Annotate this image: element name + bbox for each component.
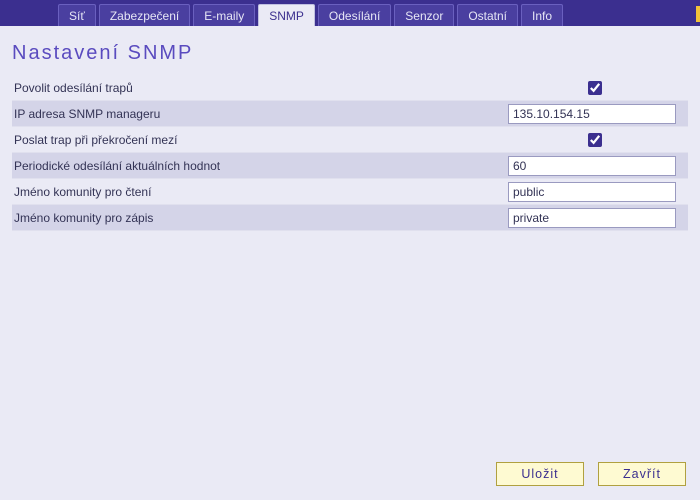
- tab-senzor[interactable]: Senzor: [394, 4, 454, 26]
- tab-bar: SíťZabezpečeníE-mailySNMPOdesíláníSenzor…: [0, 0, 700, 26]
- row-periodic: Periodické odesílání aktuálních hodnot: [12, 153, 688, 179]
- page-title: Nastavení SNMP: [12, 42, 688, 65]
- tab-ostatni[interactable]: Ostatní: [457, 4, 518, 26]
- checkbox-enable-traps[interactable]: [588, 81, 602, 95]
- tab-info[interactable]: Info: [521, 4, 563, 26]
- close-button[interactable]: Zavřít: [598, 462, 686, 486]
- label-comm-write: Jméno komunity pro zápis: [12, 211, 508, 225]
- footer-buttons: Uložit Zavřít: [496, 462, 686, 486]
- row-trap-on-limit: Poslat trap při překročení mezí: [12, 127, 688, 153]
- input-comm-read[interactable]: [508, 182, 676, 202]
- tab-odesilani[interactable]: Odesílání: [318, 4, 391, 26]
- content-area: Nastavení SNMP Povolit odesílání trapů I…: [0, 26, 700, 231]
- input-comm-write[interactable]: [508, 208, 676, 228]
- input-manager-ip[interactable]: [508, 104, 676, 124]
- row-comm-read: Jméno komunity pro čtení: [12, 179, 688, 205]
- row-enable-traps: Povolit odesílání trapů: [12, 75, 688, 101]
- label-manager-ip: IP adresa SNMP manageru: [12, 107, 508, 121]
- checkbox-trap-on-limit[interactable]: [588, 133, 602, 147]
- tab-sit[interactable]: Síť: [58, 4, 96, 26]
- label-periodic: Periodické odesílání aktuálních hodnot: [12, 159, 508, 173]
- row-manager-ip: IP adresa SNMP manageru: [12, 101, 688, 127]
- input-periodic[interactable]: [508, 156, 676, 176]
- tab-zabezpeceni[interactable]: Zabezpečení: [99, 4, 190, 26]
- label-comm-read: Jméno komunity pro čtení: [12, 185, 508, 199]
- row-comm-write: Jméno komunity pro zápis: [12, 205, 688, 231]
- save-button[interactable]: Uložit: [496, 462, 584, 486]
- tab-emaily[interactable]: E-maily: [193, 4, 255, 26]
- tab-snmp[interactable]: SNMP: [258, 4, 315, 26]
- label-enable-traps: Povolit odesílání trapů: [12, 81, 584, 95]
- settings-form: Povolit odesílání trapů IP adresa SNMP m…: [12, 75, 688, 231]
- label-trap-on-limit: Poslat trap při překročení mezí: [12, 133, 584, 147]
